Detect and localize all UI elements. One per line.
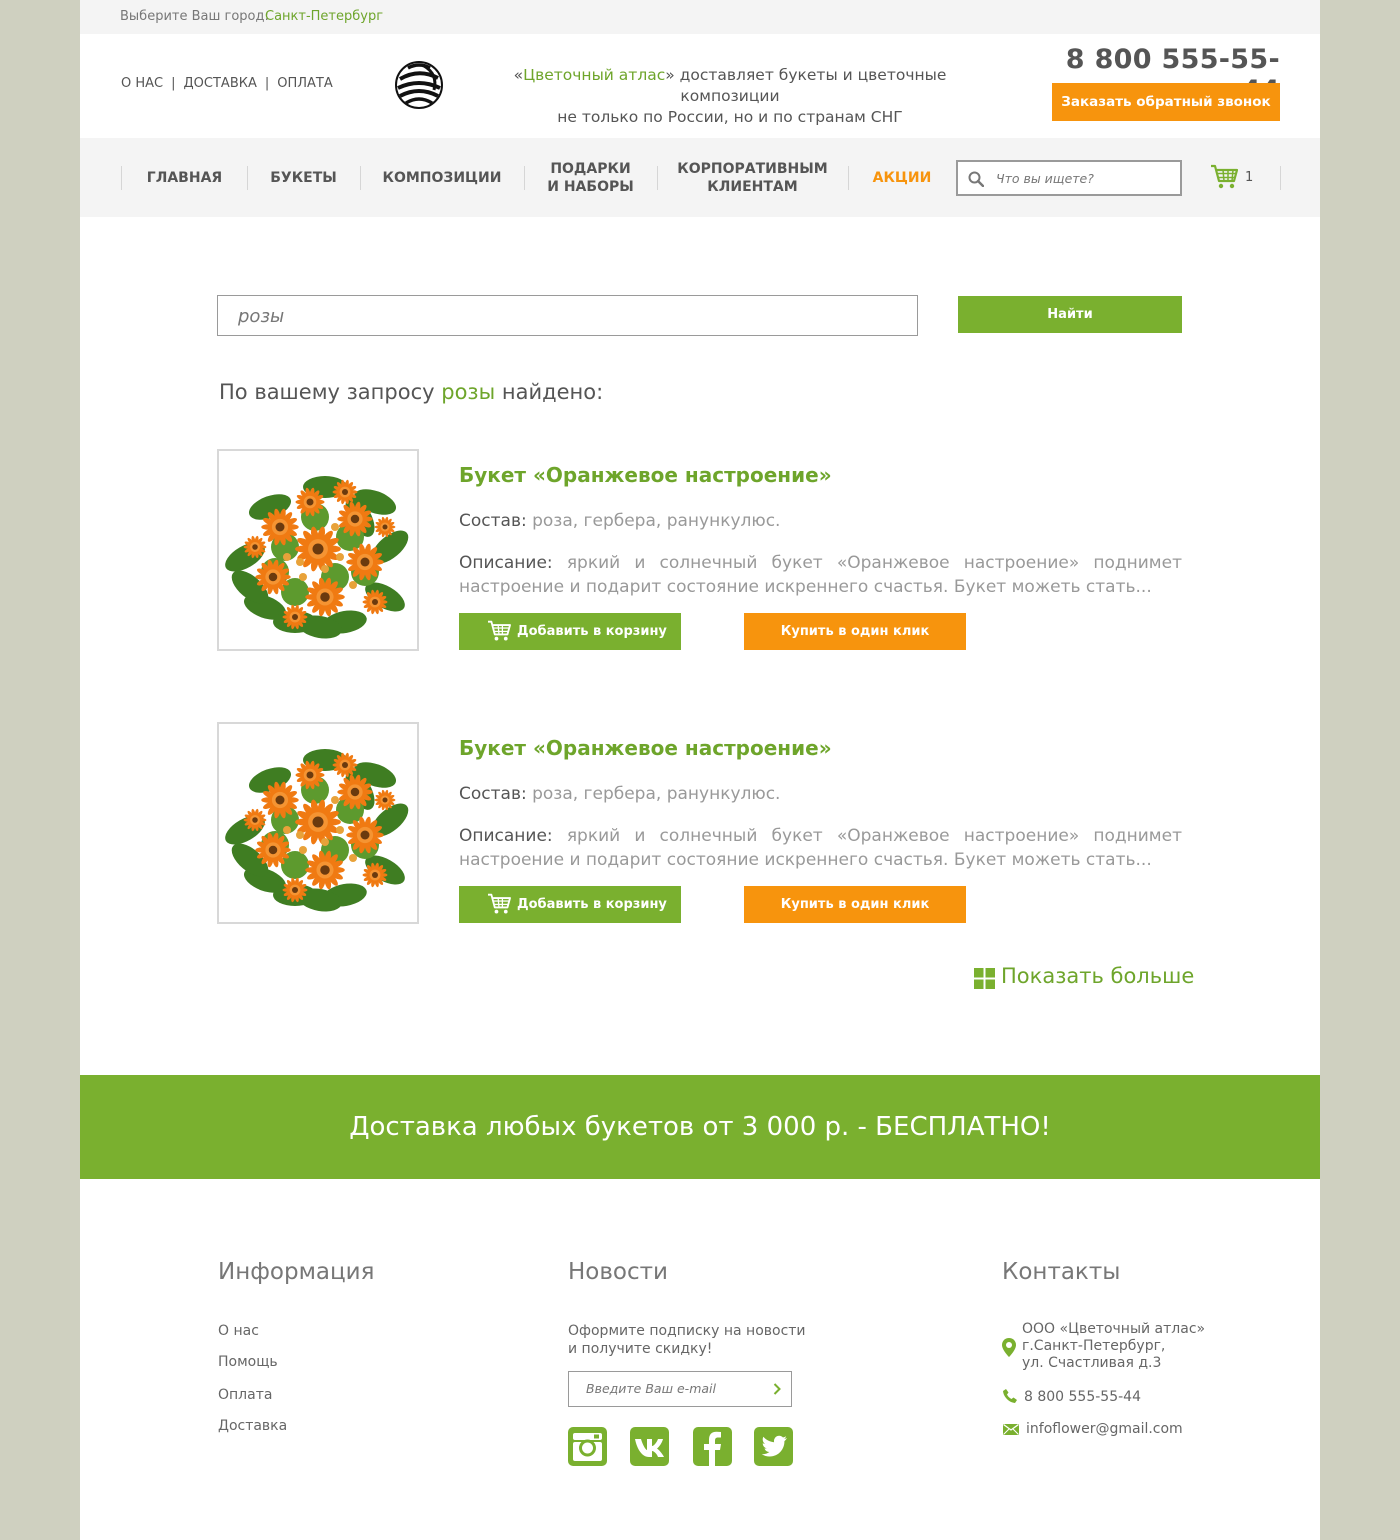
cart-count: 1 <box>1245 170 1254 185</box>
product-card: Букет «Оранжевое настроение» Состав: роз… <box>217 449 1182 651</box>
product-description: Описание: яркий и солнечный букет «Оранж… <box>459 826 1182 870</box>
twitter-icon[interactable] <box>754 1427 793 1466</box>
show-more-button[interactable]: Показать больше <box>974 964 1194 994</box>
product-image[interactable] <box>217 449 419 651</box>
product-image[interactable] <box>217 722 419 924</box>
product-composition: Состав: роза, гербера, ранункулюс. <box>459 784 781 804</box>
nav-item-promo[interactable]: АКЦИИ <box>848 138 956 217</box>
header-search-input[interactable]: Что вы ищете? <box>956 160 1182 196</box>
quote: « <box>513 66 524 84</box>
phone-icon <box>1003 1389 1017 1403</box>
cart-icon[interactable] <box>1210 164 1238 190</box>
link-delivery[interactable]: ДОСТАВКА <box>184 76 257 91</box>
contact-phone[interactable]: 8 800 555-55-44 <box>1024 1389 1141 1406</box>
add-to-cart-label: Добавить в корзину <box>517 624 667 639</box>
result-heading: По вашему запросу розы найдено: <box>219 380 604 404</box>
logo[interactable] <box>394 60 444 110</box>
separator: | <box>171 76 176 91</box>
callback-button[interactable]: Заказать обратный звонок <box>1052 83 1280 121</box>
search-icon <box>968 171 984 187</box>
brand-name: Цветочный атлас <box>523 66 666 84</box>
separator: | <box>264 76 270 91</box>
contact-address: ООО «Цветочный атлас» г.Санкт-Петербург,… <box>1022 1321 1206 1371</box>
vk-icon[interactable] <box>630 1427 669 1466</box>
footer-contacts-title: Контакты <box>1002 1259 1121 1285</box>
header: О НАС | ДОСТАВКА | ОПЛАТА «Цветочный атлас» … <box>80 34 1320 138</box>
search-placeholder: Что вы ищете? <box>996 171 1094 186</box>
tagline-line2: не только по России, но и по странам СНГ <box>557 108 903 126</box>
footer-info-title: Информация <box>218 1259 375 1285</box>
product-card: Букет «Оранжевое настроение» Состав: роз… <box>217 722 1182 924</box>
mail-icon <box>1003 1424 1019 1435</box>
cart-icon <box>488 620 511 641</box>
nav-item-home[interactable]: ГЛАВНАЯ <box>121 138 248 217</box>
chevron-right-icon[interactable] <box>773 1383 781 1395</box>
bouquet-image <box>225 749 409 912</box>
product-description: Описание: яркий и солнечный букет «Оранж… <box>459 553 1182 597</box>
free-delivery-banner: Доставка любых букетов от 3 000 р. - БЕС… <box>80 1075 1320 1179</box>
footer-link-help[interactable]: Помощь <box>218 1354 278 1370</box>
cart-icon <box>488 893 511 914</box>
add-to-cart-label: Добавить в корзину <box>517 897 667 912</box>
nav-item-corporate[interactable]: КОРПОРАТИВНЫМ КЛИЕНТАМ <box>657 138 848 217</box>
grid-icon <box>974 968 995 989</box>
email-field[interactable]: Введите Ваш e-mail <box>568 1371 792 1407</box>
footer-link-payment[interactable]: Оплата <box>218 1387 272 1403</box>
tagline: «Цветочный атлас» доставляет букеты и цв… <box>470 65 990 128</box>
subscribe-text: Оформите подписку на новости и получите … <box>568 1323 806 1357</box>
facebook-icon[interactable] <box>693 1427 732 1466</box>
city-label: Выберите Ваш город: <box>120 9 269 24</box>
nav-item-compositions[interactable]: КОМПОЗИЦИИ <box>360 138 524 217</box>
search-input[interactable]: розы <box>217 295 918 336</box>
city-selector[interactable]: Санкт-Петербург <box>265 9 383 24</box>
city-bar: Выберите Ваш город: Санкт-Петербург <box>80 0 1320 34</box>
buy-one-click-button[interactable]: Купить в один клик <box>744 613 966 650</box>
page: Выберите Ваш город: Санкт-Петербург О НА… <box>80 0 1320 1540</box>
product-composition: Состав: роза, гербера, ранункулюс. <box>459 511 781 531</box>
footer-link-about[interactable]: О нас <box>218 1323 259 1339</box>
email-placeholder: Введите Ваш e-mail <box>586 1381 716 1396</box>
bouquet-image <box>225 476 409 639</box>
tagline-line1: » доставляет букеты и цветочные композиц… <box>665 66 947 105</box>
main-nav: ГЛАВНАЯ БУКЕТЫ КОМПОЗИЦИИ ПОДАРКИ И НАБОР… <box>80 138 1320 217</box>
nav-item-gifts[interactable]: ПОДАРКИ И НАБОРЫ <box>524 138 657 217</box>
contact-email[interactable]: infoflower@gmail.com <box>1026 1421 1183 1438</box>
add-to-cart-button[interactable]: Добавить в корзину <box>459 886 681 923</box>
footer-link-delivery[interactable]: Доставка <box>218 1418 287 1434</box>
product-title[interactable]: Букет «Оранжевое настроение» <box>459 736 832 760</box>
link-payment[interactable]: ОПЛАТА <box>277 76 333 91</box>
search-query: розы <box>238 306 285 327</box>
footer-news-title: Новости <box>568 1259 668 1285</box>
link-about[interactable]: О НАС <box>121 76 163 91</box>
find-button[interactable]: Найти <box>958 296 1182 333</box>
product-title[interactable]: Букет «Оранжевое настроение» <box>459 463 832 487</box>
instagram-icon[interactable] <box>568 1427 607 1466</box>
buy-one-click-button[interactable]: Купить в один клик <box>744 886 966 923</box>
location-pin-icon <box>1002 1338 1016 1357</box>
show-more-label: Показать больше <box>1001 964 1195 988</box>
nav-divider <box>1280 166 1281 190</box>
nav-item-bouquets[interactable]: БУКЕТЫ <box>247 138 360 217</box>
add-to-cart-button[interactable]: Добавить в корзину <box>459 613 681 650</box>
top-links: О НАС | ДОСТАВКА | ОПЛАТА <box>121 76 333 91</box>
